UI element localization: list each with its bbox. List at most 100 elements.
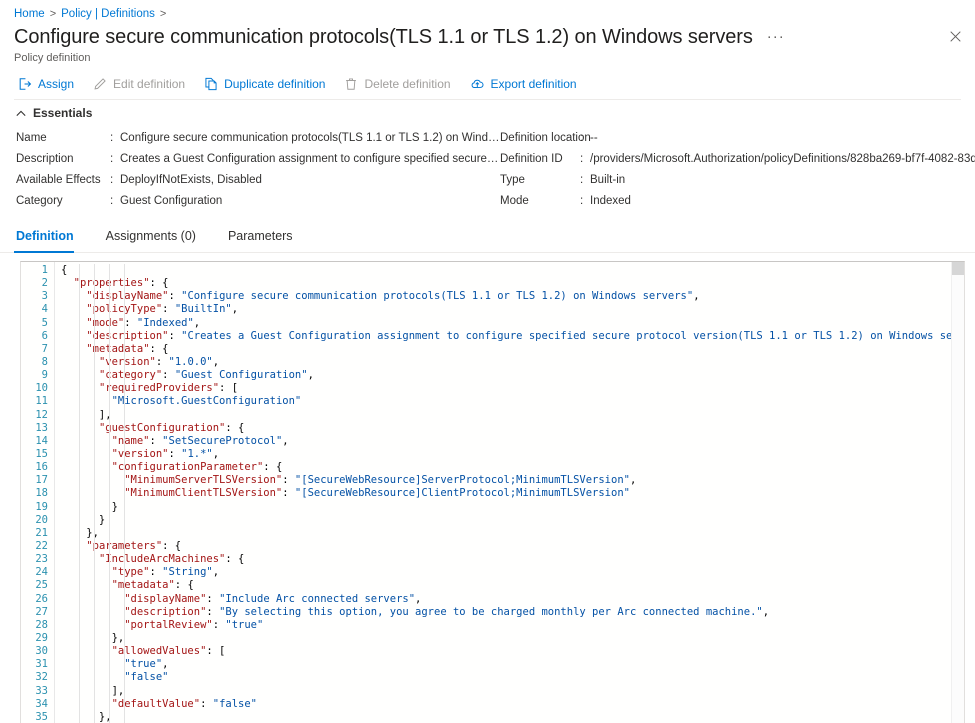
- essentials-row-description: Description : Creates a Guest Configurat…: [16, 149, 500, 170]
- line-number: 29: [21, 632, 54, 645]
- line-number: 8: [21, 356, 54, 369]
- code-line: "configurationParameter": {: [61, 461, 964, 474]
- breadcrumb-separator: >: [50, 6, 56, 22]
- essentials-colon: :: [110, 128, 120, 149]
- duplicate-definition-button[interactable]: Duplicate definition: [200, 72, 334, 96]
- essentials-label-available-effects: Available Effects: [16, 170, 110, 191]
- code-line: "version": "1.*",: [61, 448, 964, 461]
- editor-vertical-scrollbar[interactable]: [951, 262, 964, 723]
- code-line: "IncludeArcMachines": {: [61, 553, 964, 566]
- code-line: "allowedValues": [: [61, 645, 964, 658]
- line-number: 15: [21, 448, 54, 461]
- code-line: "description": "By selecting this option…: [61, 606, 964, 619]
- line-number: 12: [21, 409, 54, 422]
- essentials-label-mode: Mode: [500, 191, 580, 212]
- essentials-colon: :: [580, 191, 590, 212]
- code-line: "MinimumClientTLSVersion": "[SecureWebRe…: [61, 487, 964, 500]
- code-line: "displayName": "Include Arc connected se…: [61, 593, 964, 606]
- essentials-row-mode: Mode : Indexed: [500, 191, 975, 212]
- code-line: "mode": "Indexed",: [61, 317, 964, 330]
- line-number: 19: [21, 501, 54, 514]
- line-number: 32: [21, 671, 54, 684]
- essentials-toggle[interactable]: Essentials: [0, 100, 975, 124]
- export-definition-label: Export definition: [491, 76, 577, 92]
- line-number: 18: [21, 487, 54, 500]
- code-line: "metadata": {: [61, 579, 964, 592]
- code-line: "portalReview": "true": [61, 619, 964, 632]
- code-line: "name": "SetSecureProtocol",: [61, 435, 964, 448]
- duplicate-definition-label: Duplicate definition: [224, 76, 325, 92]
- assign-button[interactable]: Assign: [14, 72, 83, 96]
- line-number: 10: [21, 382, 54, 395]
- page-header: Configure secure communication protocols…: [0, 22, 975, 50]
- scroll-up-button[interactable]: [952, 262, 965, 275]
- edit-definition-button[interactable]: Edit definition: [89, 72, 194, 96]
- json-editor[interactable]: 1234567891011121314151617181920212223242…: [20, 261, 965, 723]
- line-number: 24: [21, 566, 54, 579]
- copy-icon: [204, 77, 218, 91]
- line-number: 22: [21, 540, 54, 553]
- breadcrumb-separator: >: [160, 6, 166, 22]
- line-number: 5: [21, 317, 54, 330]
- editor-line-numbers: 1234567891011121314151617181920212223242…: [21, 262, 55, 723]
- essentials-row-category: Category : Guest Configuration: [16, 191, 500, 212]
- essentials-colon: :: [110, 149, 120, 170]
- line-number: 9: [21, 369, 54, 382]
- essentials-label-definition-location: Definition location: [500, 128, 580, 149]
- code-line: "MinimumServerTLSVersion": "[SecureWebRe…: [61, 474, 964, 487]
- essentials-left-column: Name : Configure secure communication pr…: [16, 128, 500, 212]
- code-line: "description": "Creates a Guest Configur…: [61, 330, 964, 343]
- cloud-upload-icon: [470, 77, 485, 91]
- line-number: 31: [21, 658, 54, 671]
- breadcrumb: Home > Policy | Definitions >: [0, 0, 975, 22]
- code-line: ],: [61, 685, 964, 698]
- line-number: 11: [21, 395, 54, 408]
- line-number: 2: [21, 277, 54, 290]
- code-line: },: [61, 711, 964, 723]
- code-line: },: [61, 632, 964, 645]
- essentials-label-name: Name: [16, 128, 110, 149]
- ellipsis-icon[interactable]: ···: [767, 28, 785, 45]
- code-line: "requiredProviders": [: [61, 382, 964, 395]
- delete-definition-label: Delete definition: [364, 76, 450, 92]
- essentials-value-available-effects: DeployIfNotExists, Disabled: [120, 170, 262, 191]
- tab-assignments[interactable]: Assignments (0): [104, 228, 208, 252]
- editor-code-area[interactable]: { "properties": { "displayName": "Config…: [55, 262, 964, 723]
- line-number: 3: [21, 290, 54, 303]
- essentials-value-category: Guest Configuration: [120, 191, 222, 212]
- code-line: "displayName": "Configure secure communi…: [61, 290, 964, 303]
- tab-parameters[interactable]: Parameters: [226, 228, 305, 252]
- essentials-row-definition-id: Definition ID : /providers/Microsoft.Aut…: [500, 149, 975, 170]
- tab-bar: Definition Assignments (0) Parameters: [0, 221, 975, 253]
- command-bar: Assign Edit definition Duplicate definit…: [0, 66, 975, 99]
- breadcrumb-item-home[interactable]: Home: [14, 6, 45, 22]
- essentials-label: Essentials: [33, 106, 92, 120]
- essentials-row-definition-location: Definition location : --: [500, 128, 975, 149]
- page-title: Configure secure communication protocols…: [14, 24, 753, 50]
- code-line: "version": "1.0.0",: [61, 356, 964, 369]
- tab-definition[interactable]: Definition: [14, 228, 86, 252]
- line-number: 23: [21, 553, 54, 566]
- line-number: 35: [21, 711, 54, 723]
- essentials-right-column: Definition location : -- Definition ID :…: [500, 128, 975, 212]
- line-number: 27: [21, 606, 54, 619]
- essentials-row-available-effects: Available Effects : DeployIfNotExists, D…: [16, 170, 500, 191]
- code-line: "guestConfiguration": {: [61, 422, 964, 435]
- line-number: 1: [21, 264, 54, 277]
- code-line: }: [61, 501, 964, 514]
- line-number: 4: [21, 303, 54, 316]
- delete-definition-button[interactable]: Delete definition: [340, 72, 459, 96]
- code-line: },: [61, 527, 964, 540]
- export-definition-button[interactable]: Export definition: [466, 72, 586, 96]
- code-line: "defaultValue": "false": [61, 698, 964, 711]
- edit-definition-label: Edit definition: [113, 76, 185, 92]
- essentials-colon: :: [110, 170, 120, 191]
- essentials-value-definition-location: --: [590, 128, 598, 149]
- close-icon[interactable]: [943, 24, 967, 48]
- code-line: "Microsoft.GuestConfiguration": [61, 395, 964, 408]
- essentials-label-description: Description: [16, 149, 110, 170]
- code-line: ],: [61, 409, 964, 422]
- code-line: "metadata": {: [61, 343, 964, 356]
- breadcrumb-item-policy-definitions[interactable]: Policy | Definitions: [61, 6, 155, 22]
- code-line: "true",: [61, 658, 964, 671]
